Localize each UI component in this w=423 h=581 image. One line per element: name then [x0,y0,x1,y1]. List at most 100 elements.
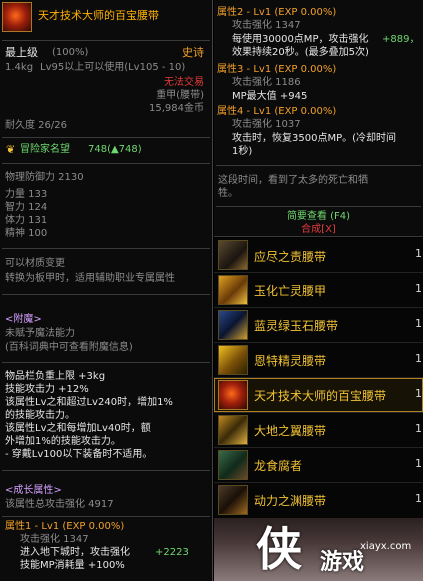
rarity-label: 史诗 [182,46,204,59]
divider [2,137,210,138]
belt-icon [218,415,248,445]
item-icon [2,2,32,32]
attr2-line1: 每使用30000点MP，攻击强化 [232,34,369,45]
list-item-label: 蓝灵绿玉石腰带 [254,319,339,333]
durability: 耐久度 26/26 [5,120,67,131]
watermark-logo: 侠 [250,520,320,580]
belt-icon [218,485,248,515]
attr2-header: 属性2 - Lv1 (EXP 0.00%) [217,7,337,18]
attr4-line2: 1秒) [232,146,253,157]
fame-value: 748(▲748) [88,144,142,155]
watermark-site: xiayx.com [360,541,412,552]
attr1-line2: 技能MP消耗量 +100% [20,560,125,571]
list-item-count: 1 [415,492,422,505]
divider [2,248,210,249]
list-item[interactable]: 蓝灵绿玉石腰带 1 [214,308,423,342]
attr1-line1-val: +2223 [155,547,189,558]
divider [216,206,421,207]
attr4-header: 属性4 - Lv1 (EXP 0.00%) [217,106,337,117]
belt-icon [218,345,248,375]
usable-level: Lv95以上可以使用(Lv105 - 10) [40,62,186,73]
compose-button[interactable]: 合成[X] [214,223,423,236]
divider [2,516,210,517]
enchant-line2: (百科词典中可查看附魔信息) [5,342,133,353]
list-item-count: 1 [415,317,422,330]
list-item-label: 大地之翼腰带 [254,424,327,438]
growth-total: 该属性总攻击强化 4917 [5,499,114,510]
option-line: 的技能攻击力。 [5,410,75,421]
fame-icon: ❦ [6,143,16,156]
list-item-label: 天才技术大师的百宝腰带 [254,389,387,403]
divider [2,294,210,295]
list-item[interactable]: 动力之渊腰带 1 [214,483,423,517]
attr1-atk: 攻击强化 1347 [20,534,89,545]
item-type: 重甲(腰带) [156,90,204,101]
divider [2,163,210,164]
fame-label: 冒险家名望 [20,144,70,155]
list-item[interactable]: 恩特精灵腰带 1 [214,343,423,377]
enchant-line1: 未赋予魔法能力 [5,328,75,339]
stat-int: 智力 124 [5,202,48,213]
divider [2,40,210,41]
trade-status: 无法交易 [164,77,204,88]
divider [2,470,210,471]
list-item-label: 恩特精灵腰带 [254,354,327,368]
list-item-count: 1 [415,457,422,470]
simple-view-button[interactable]: 简要查看 (F4) [214,210,423,223]
option-line: 外增加1%的技能攻击力。 [5,436,121,447]
item-name: 天才技术大师的百宝腰带 [38,9,159,22]
belt-icon [218,275,248,305]
list-item[interactable]: 大地之翼腰带 1 [214,413,423,447]
item-price: 15,984金币 [149,103,204,114]
flavor-line2: 牲。 [218,188,238,199]
list-item-selected[interactable]: 天才技术大师的百宝腰带 1 [214,378,423,412]
list-item-label: 龙食腐者 [254,459,303,473]
list-item-label: 应尽之责腰带 [254,250,327,264]
material-line1: 可以材质变更 [5,258,65,269]
belt-icon [218,240,248,270]
belt-icon [218,380,248,410]
list-item-count: 1 [415,387,422,400]
watermark-logo-mark: 侠 [256,522,302,576]
growth-title: <成长属性> [5,485,62,496]
belt-icon [218,450,248,480]
enchant-title: <附魔> [5,314,42,325]
belt-icon [218,310,248,340]
list-item[interactable]: 玉化亡灵腰甲 1 [214,273,423,307]
watermark-brand: 游戏 [320,550,365,575]
option-line: - 穿戴Lv100以下装备时不适用。 [5,449,153,460]
phys-def: 物理防御力 2130 [5,172,84,183]
attr1-line1: 进入地下城时，攻击强化 [20,547,130,558]
attr4-line1: 攻击时，恢复3500点MP。(冷却时间 [232,133,397,144]
grade-percent: (100%) [52,47,89,58]
grade-label: 最上级 [5,46,38,59]
attr2-line2: 效果持续20秒。(最多叠加5次) [232,47,369,58]
list-item-count: 1 [415,422,422,435]
option-line: 技能攻击力 +12% [5,384,89,395]
list-item[interactable]: 龙食腐者 1 [214,448,423,482]
list-item-count: 1 [415,247,422,260]
divider [2,362,210,363]
option-line: 该属性Lv之和超过Lv240时，增加1% [5,397,173,408]
attr2-line1-val: +889， [382,34,420,45]
option-line: 物品栏负重上限 +3kg [5,371,106,382]
list-item-label: 动力之渊腰带 [254,494,327,508]
attr3-header: 属性3 - Lv1 (EXP 0.00%) [217,64,337,75]
flavor-line1: 这段时间，看到了太多的死亡和牺 [218,175,368,186]
left-tooltip: 天才技术大师的百宝腰带 最上级 (100%) 史诗 1.4kg Lv95以上可以… [0,0,213,581]
list-item[interactable]: 应尽之责腰带 1 [214,238,423,272]
stat-vit: 体力 131 [5,215,48,226]
attr4-atk: 攻击强化 1037 [232,119,301,130]
stat-spi: 精神 100 [5,228,48,239]
attr2-atk: 攻击强化 1347 [232,20,301,31]
divider [216,165,421,166]
list-item-count: 1 [415,352,422,365]
weight: 1.4kg [5,62,34,73]
material-line2: 转换为板甲时，适用辅助职业专属属性 [5,273,175,284]
list-item-count: 1 [415,282,422,295]
attr3-line1: MP最大值 +945 [232,91,308,102]
list-item-label: 玉化亡灵腰甲 [254,284,327,298]
attr1-header: 属性1 - Lv1 (EXP 0.00%) [5,521,125,532]
right-tooltip: 属性2 - Lv1 (EXP 0.00%) 攻击强化 1347 每使用30000… [214,0,423,237]
stat-str: 力量 133 [5,189,48,200]
